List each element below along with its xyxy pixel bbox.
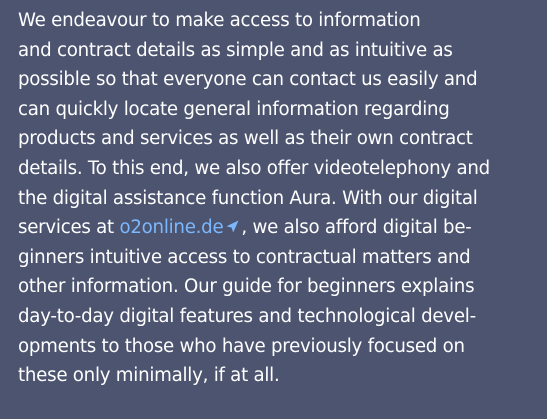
paragraph-line: these only minimally, if at all. <box>18 365 280 387</box>
paragraph-line: opments to those who have previously foc… <box>18 335 465 357</box>
paragraph-line: details. To this end, we also offer vide… <box>18 157 490 179</box>
paragraph-line: possible so that everyone can contact us… <box>18 69 478 91</box>
link-prefix-text: services at <box>18 217 120 239</box>
paragraph-line: day-to-day digital features and technolo… <box>18 305 476 327</box>
paragraph-line: products and services as well as their o… <box>18 128 473 150</box>
link-suffix-text: , we also afford digital be- <box>241 217 472 239</box>
paragraph-line: can quickly locate general information r… <box>18 98 450 120</box>
paragraph-line: other information. Our guide for beginne… <box>18 276 475 298</box>
external-link-icon[interactable] <box>226 220 239 233</box>
body-paragraph: We endeavour to make access to informati… <box>18 6 538 391</box>
paragraph-line: and contract details as simple and as in… <box>18 39 453 61</box>
paragraph-line: the digital assistance function Aura. Wi… <box>18 187 478 209</box>
paragraph-line: We endeavour to make access to informati… <box>18 10 421 31</box>
paragraph-line-with-link: services at o2online.de , we also afford … <box>18 213 538 243</box>
o2online-link[interactable]: o2online.de <box>119 217 223 238</box>
paragraph-line: ginners intuitive access to contractual … <box>18 246 471 268</box>
